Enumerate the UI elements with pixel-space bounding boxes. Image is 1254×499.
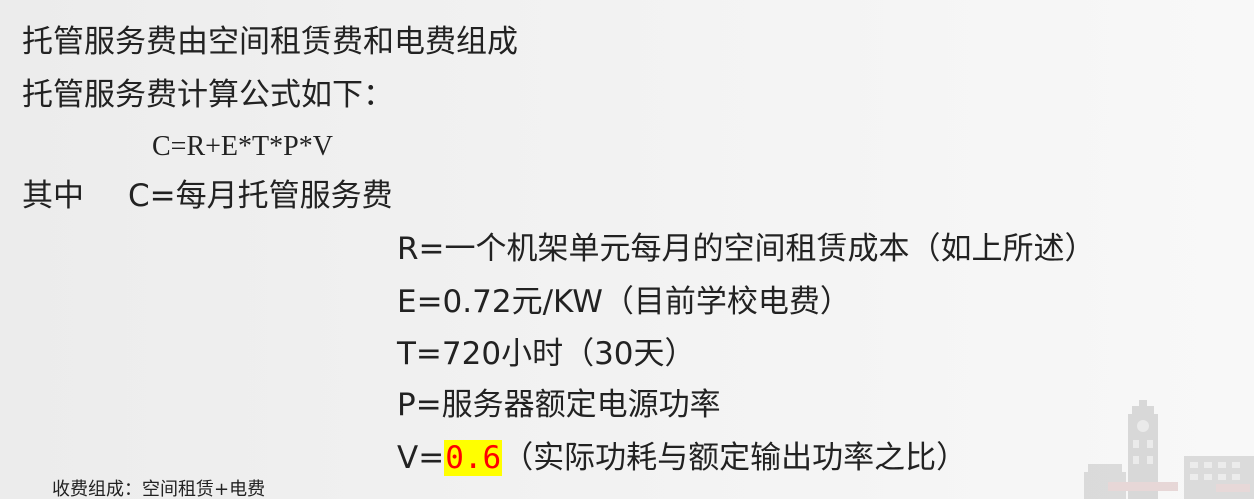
banner-shape [1108,482,1178,491]
formula-intro: 托管服务费计算公式如下： [22,77,394,113]
definition-v-prefix: V= [397,440,445,476]
definition-p: P=服务器额定电源功率 [397,387,721,423]
fee-formula: C=R+E*T*P*V [152,131,333,162]
definition-r: R=一个机架单元每月的空间租赁成本（如上所述） [397,231,1096,267]
definition-c: C=每月托管服务费 [128,178,393,214]
where-label: 其中 [22,178,84,214]
slide: 托管服务费由空间租赁费和电费组成 托管服务费计算公式如下： C=R+E*T*P*… [0,0,1254,499]
campus-building-icon [1084,400,1254,499]
definition-t: T=720小时（30天） [397,336,696,372]
left-building-shape [1084,464,1126,499]
footer-caption: 收费组成：空间租赁+电费 [52,479,266,499]
definition-v: V=0.6（实际功耗与额定输出功率之比） [397,438,967,478]
intro-line: 托管服务费由空间租赁费和电费组成 [22,24,518,60]
right-building-shape [1184,456,1254,499]
definition-v-suffix: （实际功耗与额定输出功率之比） [502,440,968,476]
definition-e: E=0.72元/KW（目前学校电费） [397,284,851,320]
definition-v-value-highlight: 0.6 [444,440,503,476]
